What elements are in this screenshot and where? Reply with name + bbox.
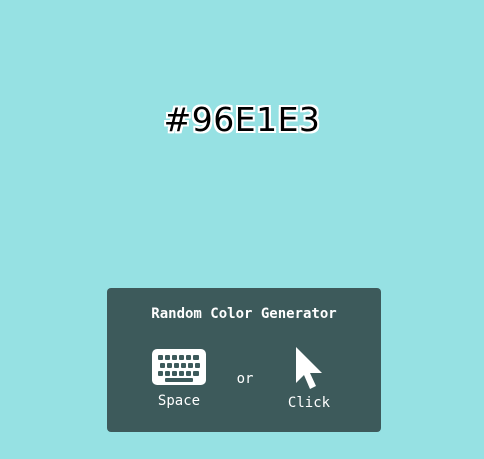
click-option: Click bbox=[277, 346, 341, 412]
color-hex-code: #96E1E3 bbox=[163, 100, 321, 139]
space-option: Space bbox=[147, 348, 211, 410]
instructions-panel: Random Color Generator Space or Click bbox=[107, 288, 381, 432]
keyboard-icon bbox=[147, 348, 211, 386]
click-label: Click bbox=[287, 395, 331, 411]
or-separator: or bbox=[236, 371, 254, 387]
mouse-pointer-icon bbox=[277, 346, 341, 392]
space-label: Space bbox=[157, 393, 201, 409]
panel-title: Random Color Generator bbox=[151, 306, 337, 322]
